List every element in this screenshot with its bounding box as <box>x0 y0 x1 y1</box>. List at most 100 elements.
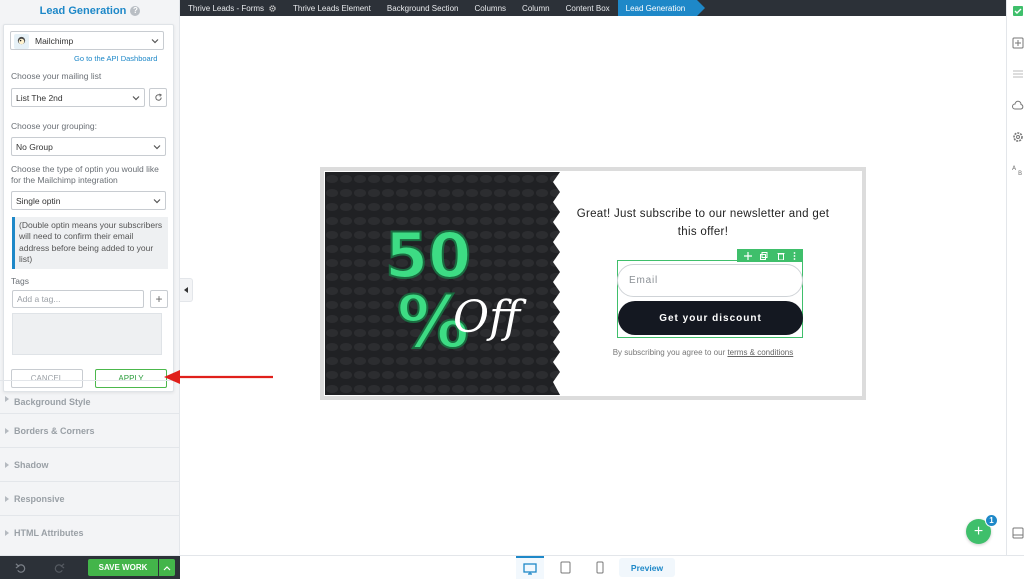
chevron-down-icon <box>153 143 161 151</box>
section-responsive[interactable]: Responsive <box>0 481 180 515</box>
move-icon[interactable] <box>744 251 753 260</box>
copy-icon[interactable] <box>760 251 768 260</box>
cloud-icon[interactable] <box>1012 100 1024 112</box>
tablet-view-button[interactable] <box>551 556 579 579</box>
chevron-up-icon <box>163 565 171 571</box>
mailing-list-label: Choose your mailing list <box>11 71 102 81</box>
mailing-list-select[interactable]: List The 2nd <box>11 88 145 107</box>
tablet-icon <box>560 561 571 574</box>
section-borders-corners[interactable]: Borders & Corners <box>0 413 180 447</box>
redo-icon[interactable] <box>54 562 65 573</box>
svg-text:B: B <box>1018 170 1022 175</box>
caret-right-icon <box>5 428 9 434</box>
promo-image: 50 % Off <box>325 172 560 395</box>
trash-icon[interactable] <box>777 252 785 260</box>
help-icon[interactable]: ? <box>130 6 141 16</box>
cloud-templates-icon[interactable] <box>1012 5 1024 17</box>
notification-badge: 1 <box>985 514 998 527</box>
breadcrumb-item[interactable]: Content Box <box>558 0 618 16</box>
service-select[interactable]: Mailchimp <box>10 31 164 50</box>
breadcrumb-label: Column <box>522 3 550 13</box>
caret-left-icon <box>183 287 189 293</box>
plus-icon: + <box>973 522 984 540</box>
right-sidebar: AB ? <box>1006 0 1024 578</box>
mailchimp-logo-icon <box>14 34 29 49</box>
more-options-icon[interactable] <box>793 251 796 260</box>
element-toolbar <box>737 249 803 262</box>
tags-label: Tags <box>11 276 29 286</box>
section-label: Background Style <box>14 396 91 407</box>
breadcrumb-label: Lead Generation <box>625 3 686 13</box>
gear-icon[interactable] <box>268 4 277 13</box>
get-discount-button[interactable]: Get your discount <box>618 301 803 335</box>
add-element-icon[interactable] <box>1012 37 1024 49</box>
section-shadow[interactable]: Shadow <box>0 447 180 481</box>
terms-link[interactable]: terms & conditions <box>727 348 793 357</box>
breadcrumb-item[interactable]: Thrive Leads - Forms <box>180 0 285 16</box>
save-options-button[interactable] <box>159 559 175 576</box>
section-label: HTML Attributes <box>14 527 84 538</box>
bottom-left-controls: SAVE WORK <box>0 556 180 579</box>
mobile-icon <box>596 561 604 574</box>
grouping-value: No Group <box>16 141 53 152</box>
save-work-button[interactable]: SAVE WORK <box>88 559 158 576</box>
optin-heading: Great! Just subscribe to our newsletter … <box>576 208 830 238</box>
tags-list-area <box>12 313 162 355</box>
svg-text:A: A <box>1012 165 1017 172</box>
caret-right-icon <box>5 530 9 536</box>
chevron-down-icon <box>132 94 140 102</box>
left-panel: Lead Generation ? Mailchimp Go to the AP… <box>0 0 180 555</box>
breadcrumb-item[interactable]: Background Section <box>379 0 467 16</box>
breadcrumb-item[interactable]: Columns <box>466 0 514 16</box>
bottom-bar: SAVE WORK Preview <box>0 555 1024 579</box>
refresh-icon <box>150 89 166 106</box>
undo-icon[interactable] <box>15 562 26 573</box>
revisions-icon[interactable] <box>1012 527 1024 539</box>
disclaimer-prefix: By subscribing you agree to our <box>612 348 728 357</box>
breadcrumb: Thrive Leads - Forms Thrive Leads Elemen… <box>180 0 1006 16</box>
api-connection-popup: Mailchimp Go to the API Dashboard Choose… <box>3 24 174 392</box>
grouping-select[interactable]: No Group <box>11 137 166 156</box>
preview-button[interactable]: Preview <box>619 558 675 577</box>
optin-info-note: (Double optin means your subscribers wil… <box>12 217 168 269</box>
email-field[interactable]: Email <box>617 264 803 297</box>
sliders-icon[interactable] <box>1012 68 1024 80</box>
breadcrumb-label: Background Section <box>386 3 459 13</box>
settings-gear-icon[interactable] <box>1012 131 1024 143</box>
red-arrow-annotation <box>164 370 273 384</box>
plus-icon: + <box>155 292 163 306</box>
breadcrumb-label: Columns <box>474 3 507 13</box>
section-background-style[interactable]: Background Style <box>0 380 180 410</box>
mobile-view-button[interactable] <box>586 556 614 579</box>
disclaimer-text: By subscribing you agree to our terms & … <box>568 348 838 357</box>
promo-off: Off <box>453 292 527 343</box>
caret-right-icon <box>5 496 9 502</box>
ab-test-icon[interactable]: AB <box>1012 163 1024 175</box>
section-html-attributes[interactable]: HTML Attributes <box>0 515 180 549</box>
breadcrumb-label: Thrive Leads Element <box>293 3 371 13</box>
refresh-list-button[interactable] <box>149 88 167 107</box>
section-label: Borders & Corners <box>14 425 95 436</box>
breadcrumb-item[interactable]: Column <box>514 0 558 16</box>
section-label: Shadow <box>14 459 49 470</box>
optin-type-label: Choose the type of optin you would like … <box>11 164 159 185</box>
chevron-down-icon <box>153 197 161 205</box>
breadcrumb-item-active[interactable]: Lead Generation <box>617 0 705 16</box>
collapse-panel-button[interactable] <box>180 278 193 302</box>
api-dashboard-link[interactable]: Go to the API Dashboard <box>74 54 157 63</box>
breadcrumb-label: Content Box <box>565 3 610 13</box>
breadcrumb-label: Thrive Leads - Forms <box>188 3 265 13</box>
add-tag-button[interactable]: + <box>150 290 168 308</box>
tag-input[interactable]: Add a tag... <box>12 290 144 308</box>
desktop-view-button[interactable] <box>516 556 544 579</box>
breadcrumb-item[interactable]: Thrive Leads Element <box>285 0 379 16</box>
mailing-list-value: List The 2nd <box>16 92 63 103</box>
optin-form-container[interactable]: 50 % Off Great! Just subscribe to our ne… <box>320 167 866 400</box>
optin-type-value: Single optin <box>16 195 61 206</box>
chevron-down-icon <box>151 37 159 45</box>
desktop-icon <box>523 562 537 575</box>
section-label: Responsive <box>14 493 65 504</box>
optin-type-select[interactable]: Single optin <box>11 191 166 210</box>
panel-title-text: Lead Generation <box>39 5 127 17</box>
caret-right-icon <box>5 462 9 468</box>
